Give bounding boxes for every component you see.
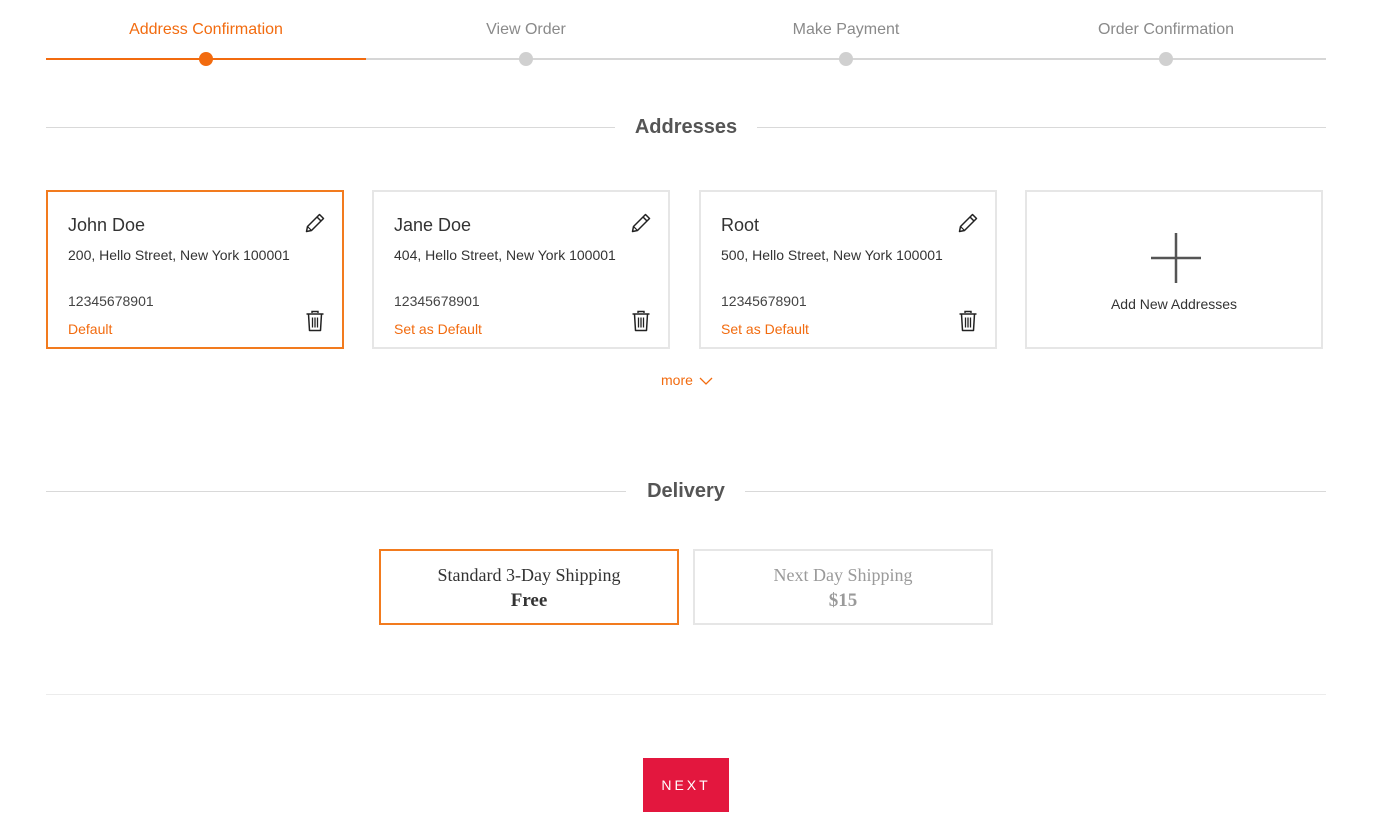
step-address-confirmation[interactable]: Address Confirmation <box>46 0 366 70</box>
add-new-address-card[interactable]: Add New Addresses <box>1025 190 1323 349</box>
default-label: Default <box>68 321 113 337</box>
shipping-name: Standard 3-Day Shipping <box>437 565 621 585</box>
step-dot <box>199 52 213 66</box>
address-card-john-doe[interactable]: John Doe 200, Hello Street, New York 100… <box>46 190 344 349</box>
address-phone: 12345678901 <box>721 293 807 309</box>
address-name: Jane Doe <box>394 215 472 235</box>
step-make-payment[interactable]: Make Payment <box>686 0 1006 70</box>
step-dot <box>519 52 533 66</box>
trash-icon[interactable] <box>631 310 651 332</box>
address-name: John Doe <box>68 215 146 235</box>
step-dot <box>839 52 853 66</box>
step-label: Address Confirmation <box>129 21 283 38</box>
more-label: more <box>661 372 693 388</box>
footer-divider <box>46 694 1326 695</box>
shipping-option-next-day[interactable]: Next Day Shipping $15 <box>693 549 993 625</box>
shipping-option-standard[interactable]: Standard 3-Day Shipping Free <box>379 549 679 625</box>
address-street: 200, Hello Street, New York 100001 <box>68 247 290 263</box>
shipping-price: Free <box>510 590 548 611</box>
address-street: 404, Hello Street, New York 100001 <box>394 247 616 263</box>
address-phone: 12345678901 <box>394 293 480 309</box>
step-view-order[interactable]: View Order <box>366 0 686 70</box>
step-label: Order Confirmation <box>1097 21 1235 38</box>
set-as-default-link[interactable]: Set as Default <box>394 321 482 337</box>
addresses-title: Addresses <box>634 116 738 138</box>
shipping-name: Next Day Shipping <box>773 565 913 585</box>
addresses-section-header: Addresses <box>46 113 1326 143</box>
step-label: Make Payment <box>792 21 900 38</box>
trash-icon[interactable] <box>305 310 325 332</box>
checkout-steps: Address Confirmation View Order Make Pay… <box>46 0 1326 70</box>
pencil-icon[interactable] <box>957 212 979 234</box>
step-label: View Order <box>486 21 566 38</box>
set-as-default-link[interactable]: Set as Default <box>721 321 809 337</box>
step-dot <box>1159 52 1173 66</box>
address-street: 500, Hello Street, New York 100001 <box>721 247 943 263</box>
delivery-title: Delivery <box>647 480 725 502</box>
delivery-section-header: Delivery <box>46 477 1326 507</box>
plus-icon <box>1151 233 1201 283</box>
trash-icon[interactable] <box>958 310 978 332</box>
more-addresses-toggle[interactable]: more <box>661 372 713 388</box>
pencil-icon[interactable] <box>304 212 326 234</box>
pencil-icon[interactable] <box>630 212 652 234</box>
address-card-root[interactable]: Root 500, Hello Street, New York 100001 … <box>699 190 997 349</box>
address-phone: 12345678901 <box>68 293 154 309</box>
address-card-jane-doe[interactable]: Jane Doe 404, Hello Street, New York 100… <box>372 190 670 349</box>
step-order-confirmation[interactable]: Order Confirmation <box>1006 0 1326 70</box>
next-button[interactable]: NEXT <box>643 758 729 812</box>
chevron-down-icon <box>699 377 713 386</box>
shipping-price: $15 <box>828 590 858 611</box>
address-name: Root <box>721 215 760 235</box>
add-new-address-label: Add New Addresses <box>1110 296 1238 312</box>
